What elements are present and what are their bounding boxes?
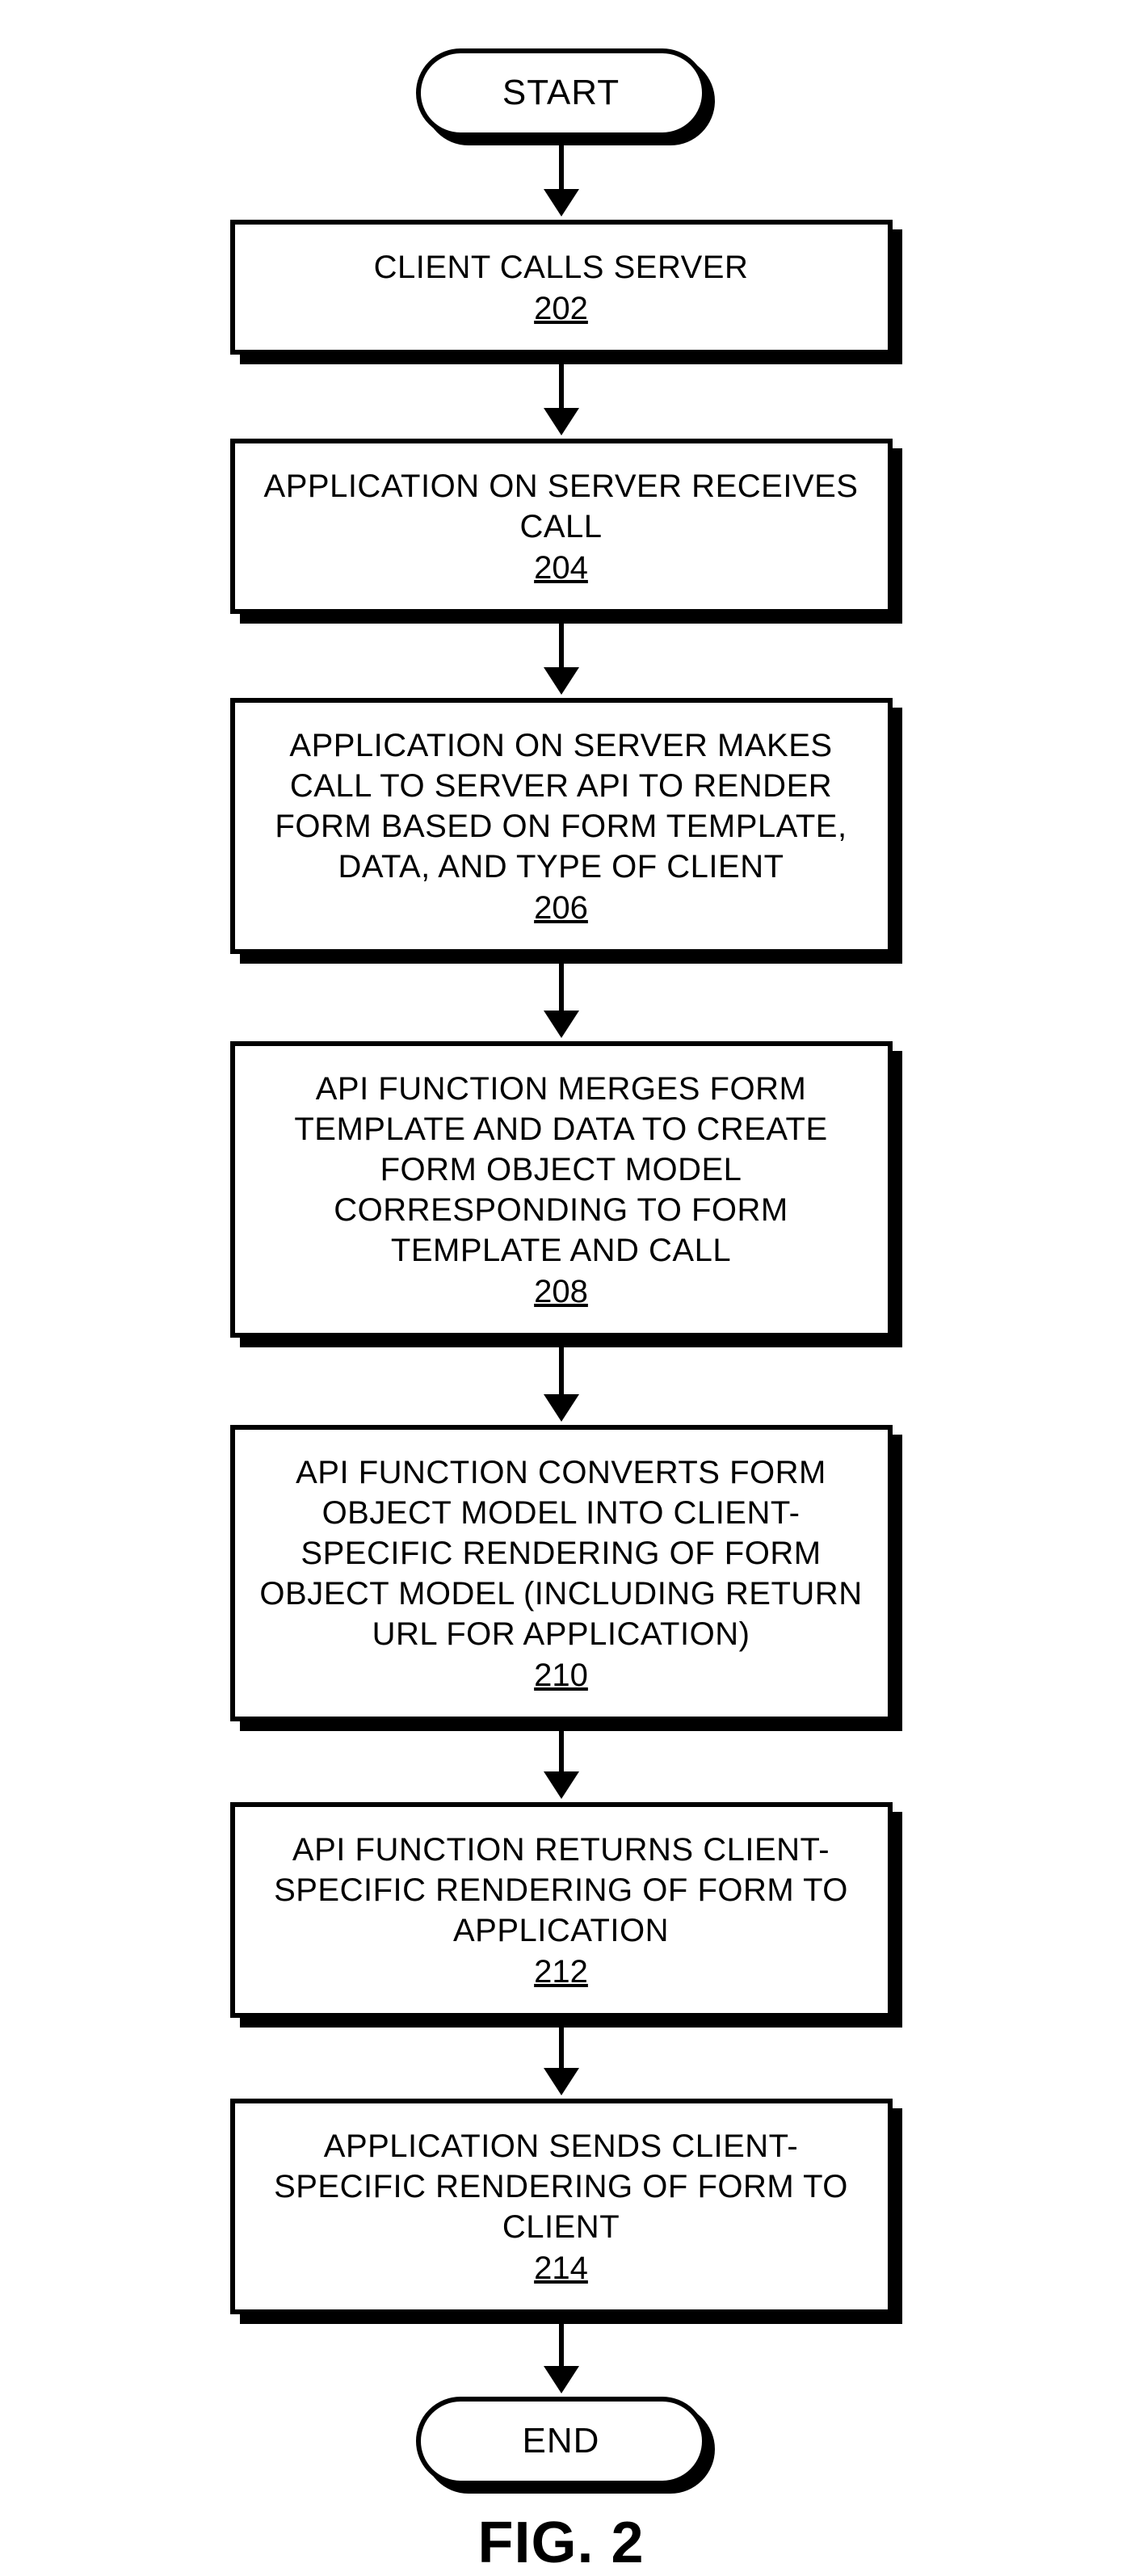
process-step-206: APPLICATION ON SERVER MAKES CALL TO SERV…: [230, 698, 893, 954]
arrow-icon: [544, 2318, 579, 2393]
arrow-shaft: [559, 1341, 564, 1394]
arrow-head: [544, 2068, 579, 2095]
arrow-shaft: [559, 2021, 564, 2068]
step-text: APPLICATION SENDS CLIENT-SPECIFIC RENDER…: [259, 2126, 864, 2247]
node-body: API FUNCTION RETURNS CLIENT-SPECIFIC REN…: [230, 1802, 893, 2018]
step-text: API FUNCTION CONVERTS FORM OBJECT MODEL …: [259, 1452, 864, 1654]
arrow-shaft: [559, 2318, 564, 2366]
step-ref: 206: [534, 890, 588, 927]
figure-caption: FIG. 2: [477, 2510, 644, 2576]
arrow-head: [544, 1394, 579, 1422]
step-ref: 210: [534, 1658, 588, 1694]
node-body: APPLICATION ON SERVER MAKES CALL TO SERV…: [230, 698, 893, 954]
arrow-head: [544, 1771, 579, 1799]
step-text: CLIENT CALLS SERVER: [374, 247, 749, 288]
step-text: APPLICATION ON SERVER MAKES CALL TO SERV…: [259, 725, 864, 887]
step-text: API FUNCTION MERGES FORM TEMPLATE AND DA…: [259, 1069, 864, 1271]
terminator-end: END: [416, 2397, 707, 2486]
terminator-label: END: [523, 2421, 600, 2461]
arrow-shaft: [559, 617, 564, 667]
arrow-icon: [544, 617, 579, 695]
node-body: APPLICATION SENDS CLIENT-SPECIFIC RENDER…: [230, 2099, 893, 2314]
arrow-shaft: [559, 141, 564, 189]
arrow-icon: [544, 141, 579, 216]
arrow-icon: [544, 2021, 579, 2095]
node-body: END: [416, 2397, 707, 2486]
arrow-icon: [544, 1725, 579, 1799]
arrow-icon: [544, 358, 579, 435]
flowchart: START CLIENT CALLS SERVER 202 APPLICATIO…: [230, 48, 893, 2576]
process-step-208: API FUNCTION MERGES FORM TEMPLATE AND DA…: [230, 1041, 893, 1338]
node-body: API FUNCTION MERGES FORM TEMPLATE AND DA…: [230, 1041, 893, 1338]
arrow-shaft: [559, 358, 564, 408]
step-ref: 204: [534, 550, 588, 586]
arrow-head: [544, 1011, 579, 1038]
terminator-start: START: [416, 48, 707, 137]
step-ref: 202: [534, 291, 588, 327]
node-body: APPLICATION ON SERVER RECEIVES CALL 204: [230, 439, 893, 614]
node-body: API FUNCTION CONVERTS FORM OBJECT MODEL …: [230, 1425, 893, 1721]
step-text: APPLICATION ON SERVER RECEIVES CALL: [259, 466, 864, 547]
node-body: START: [416, 48, 707, 137]
process-step-202: CLIENT CALLS SERVER 202: [230, 220, 893, 355]
arrow-icon: [544, 957, 579, 1038]
node-body: CLIENT CALLS SERVER 202: [230, 220, 893, 355]
step-ref: 214: [534, 2250, 588, 2287]
arrow-head: [544, 667, 579, 695]
arrow-head: [544, 408, 579, 435]
page: START CLIENT CALLS SERVER 202 APPLICATIO…: [0, 0, 1122, 2319]
arrow-head: [544, 2366, 579, 2393]
arrow-icon: [544, 1341, 579, 1422]
process-step-212: API FUNCTION RETURNS CLIENT-SPECIFIC REN…: [230, 1802, 893, 2018]
arrow-head: [544, 189, 579, 216]
arrow-shaft: [559, 1725, 564, 1771]
process-step-204: APPLICATION ON SERVER RECEIVES CALL 204: [230, 439, 893, 614]
process-step-214: APPLICATION SENDS CLIENT-SPECIFIC RENDER…: [230, 2099, 893, 2314]
step-ref: 208: [534, 1274, 588, 1310]
process-step-210: API FUNCTION CONVERTS FORM OBJECT MODEL …: [230, 1425, 893, 1721]
step-text: API FUNCTION RETURNS CLIENT-SPECIFIC REN…: [259, 1830, 864, 1951]
terminator-label: START: [502, 73, 620, 113]
arrow-shaft: [559, 957, 564, 1011]
step-ref: 212: [534, 1954, 588, 1990]
